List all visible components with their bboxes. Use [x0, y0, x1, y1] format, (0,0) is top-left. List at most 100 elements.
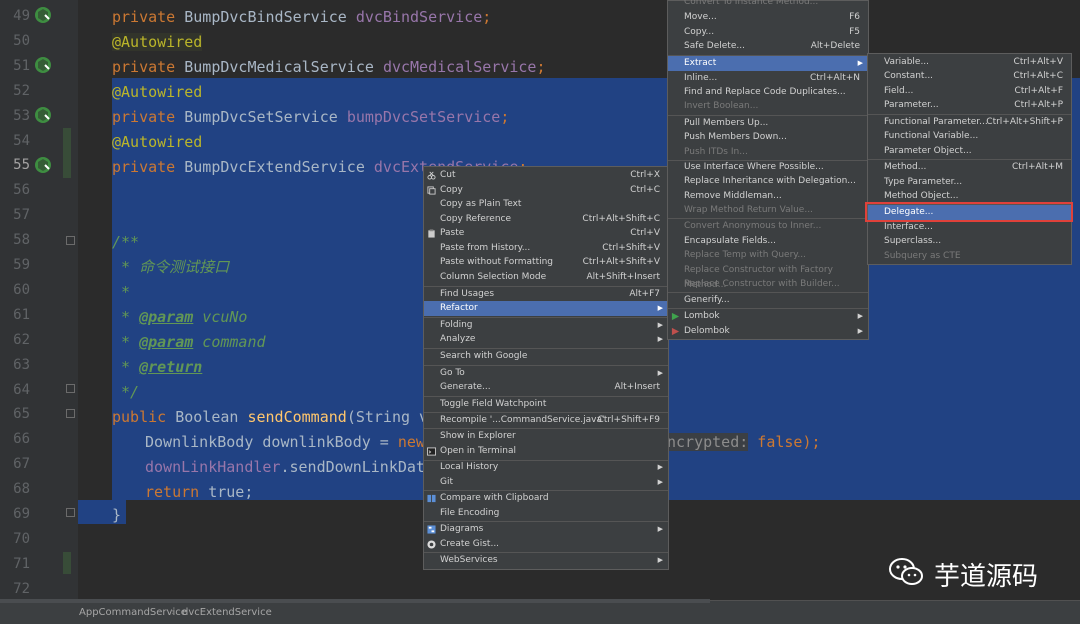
menu-item-label: Paste without Formatting: [440, 257, 554, 267]
menu-item-shortcut: Ctrl+X: [630, 170, 660, 180]
menu-item-label: Show in Explorer: [440, 431, 516, 441]
menu-item-parameter-object[interactable]: Parameter Object...: [868, 144, 1071, 159]
fold-marker[interactable]: [66, 508, 75, 517]
menu-item-replace-constructor-with-builder: Replace Constructor with Builder...: [668, 277, 868, 292]
menu-item-interface[interactable]: Interface...: [868, 220, 1071, 235]
breadcrumb-field[interactable]: dvcExtendService: [182, 607, 272, 618]
code-line-67: downLinkHandler.sendDownLinkData(d: [145, 458, 453, 476]
menu-item-open-in-terminal[interactable]: Open in Terminal: [424, 444, 668, 459]
menu-item-shortcut: F5: [849, 27, 860, 37]
menu-item-compare-with-clipboard[interactable]: Compare with Clipboard: [424, 491, 668, 506]
menu-item-shortcut: Ctrl+Alt+P: [1014, 100, 1063, 110]
menu-item-local-history[interactable]: Local History ▶: [424, 460, 668, 475]
menu-item-safe-delete[interactable]: Safe Delete... Alt+Delete: [668, 39, 868, 54]
menu-item-find-usages[interactable]: Find Usages Alt+F7: [424, 287, 668, 302]
menu-item-column-selection-mode[interactable]: Column Selection Mode Alt+Shift+Insert: [424, 270, 668, 285]
menu-item-label: Find and Replace Code Duplicates...: [684, 87, 846, 97]
menu-item-paste-from-history[interactable]: Paste from History... Ctrl+Shift+V: [424, 241, 668, 256]
menu-item-shortcut: F6: [849, 12, 860, 22]
menu-item-cut[interactable]: Cut Ctrl+X: [424, 168, 668, 183]
menu-item-label: Subquery as CTE: [884, 251, 961, 261]
menu-item-webservices[interactable]: WebServices ▶: [424, 553, 668, 568]
line-number: 68: [13, 481, 30, 498]
menu-item-label: Create Gist...: [440, 539, 500, 549]
submenu-arrow-icon: ▶: [657, 335, 663, 343]
menu-item-copy-as-plain-text[interactable]: Copy as Plain Text: [424, 197, 668, 212]
line-number: 59: [13, 257, 30, 273]
menu-item-encapsulate-fields[interactable]: Encapsulate Fields...: [668, 234, 868, 249]
menu-item-copy-reference[interactable]: Copy Reference Ctrl+Alt+Shift+C: [424, 212, 668, 227]
menu-item-replace-inheritance-with-delegation[interactable]: Replace Inheritance with Delegation...: [668, 174, 868, 189]
menu-item-shortcut: Alt+Insert: [614, 382, 660, 392]
menu-item-push-members-down[interactable]: Push Members Down...: [668, 130, 868, 145]
fold-marker[interactable]: [66, 409, 75, 418]
menu-item-paste[interactable]: Paste Ctrl+V: [424, 226, 668, 241]
menu-item-inline[interactable]: Inline... Ctrl+Alt+N: [668, 71, 868, 86]
menu-item-method[interactable]: Method... Ctrl+Alt+M: [868, 160, 1071, 175]
line-number: 70: [13, 530, 30, 547]
menu-item-analyze[interactable]: Analyze ▶: [424, 332, 668, 347]
menu-item-generate[interactable]: Generate... Alt+Insert: [424, 380, 668, 395]
diagram-icon: [427, 525, 436, 534]
horizontal-scrollbar[interactable]: [0, 599, 710, 603]
menu-item-label: Move...: [684, 12, 717, 22]
implementation-icon[interactable]: [34, 56, 52, 74]
menu-item-shortcut: Alt+Shift+Insert: [586, 272, 660, 282]
menu-item-create-gist[interactable]: Create Gist...: [424, 537, 668, 552]
line-number: 71: [13, 555, 30, 572]
menu-item-label: Replace Temp with Query...: [684, 250, 806, 260]
menu-item-toggle-field-watchpoint[interactable]: Toggle Field Watchpoint: [424, 397, 668, 412]
menu-item-remove-middleman[interactable]: Remove Middleman...: [668, 189, 868, 204]
menu-item-copy[interactable]: Copy... F5: [668, 25, 868, 40]
menu-item-label: Generate...: [440, 382, 491, 392]
menu-item-diagrams[interactable]: Diagrams ▶: [424, 522, 668, 537]
implementation-icon[interactable]: [34, 6, 52, 24]
menu-item-go-to[interactable]: Go To ▶: [424, 366, 668, 381]
menu-item-search-with-google[interactable]: Search with Google: [424, 349, 668, 364]
menu-item-lombok[interactable]: Lombok ▶: [668, 309, 868, 324]
line-number: 55: [13, 157, 30, 174]
menu-item-shortcut: Ctrl+Alt+C: [1013, 71, 1063, 81]
menu-item-recompile-commandservice-java[interactable]: Recompile '...CommandService.java' Ctrl+S…: [424, 413, 668, 428]
menu-item-variable[interactable]: Variable... Ctrl+Alt+V: [868, 55, 1071, 70]
menu-item-label: File Encoding: [440, 508, 500, 518]
menu-item-delombok[interactable]: Delombok ▶: [668, 324, 868, 339]
menu-item-extract[interactable]: Extract ▶: [668, 56, 868, 71]
menu-item-label: Functional Variable...: [884, 131, 979, 141]
implementation-icon[interactable]: [34, 156, 52, 174]
implementation-icon[interactable]: [34, 106, 52, 124]
submenu-arrow-icon: ▶: [657, 463, 663, 471]
menu-item-file-encoding[interactable]: File Encoding: [424, 506, 668, 521]
delegate-highlight-box: [865, 202, 1073, 222]
menu-item-label: Copy...: [684, 27, 715, 37]
line-number: 67: [13, 456, 30, 473]
menu-item-functional-variable[interactable]: Functional Variable...: [868, 129, 1071, 144]
menu-item-superclass[interactable]: Superclass...: [868, 234, 1071, 249]
menu-item-label: Parameter Object...: [884, 146, 972, 156]
menu-item-folding[interactable]: Folding ▶: [424, 318, 668, 333]
menu-item-field[interactable]: Field... Ctrl+Alt+F: [868, 84, 1071, 99]
menu-item-label: Refactor: [440, 303, 478, 313]
menu-item-subquery-as-cte: Subquery as CTE: [868, 249, 1071, 264]
menu-item-type-parameter[interactable]: Type Parameter...: [868, 175, 1071, 190]
menu-item-move[interactable]: Move... F6: [668, 10, 868, 25]
menu-item-pull-members-up[interactable]: Pull Members Up...: [668, 116, 868, 131]
menu-item-find-and-replace-code-duplicates[interactable]: Find and Replace Code Duplicates...: [668, 85, 868, 100]
menu-item-use-interface-where-possible[interactable]: Use Interface Where Possible...: [668, 160, 868, 175]
menu-item-label: Convert To Instance Method...: [684, 0, 819, 7]
menu-item-refactor[interactable]: Refactor ▶: [424, 301, 668, 316]
menu-item-copy[interactable]: Copy Ctrl+C: [424, 183, 668, 198]
menu-item-parameter[interactable]: Parameter... Ctrl+Alt+P: [868, 98, 1071, 113]
fold-marker[interactable]: [66, 236, 75, 245]
menu-item-paste-without-formatting[interactable]: Paste without Formatting Ctrl+Alt+Shift+V: [424, 255, 668, 270]
menu-item-label: Generify...: [684, 295, 730, 305]
menu-item-generify[interactable]: Generify...: [668, 293, 868, 308]
menu-item-label: Delombok: [684, 326, 730, 336]
menu-item-functional-parameter[interactable]: Functional Parameter... Ctrl+Alt+Shift+P: [868, 115, 1071, 130]
menu-item-git[interactable]: Git ▶: [424, 475, 668, 490]
menu-item-show-in-explorer[interactable]: Show in Explorer: [424, 429, 668, 444]
fold-marker[interactable]: [66, 384, 75, 393]
menu-item-label: Superclass...: [884, 236, 942, 246]
menu-item-constant[interactable]: Constant... Ctrl+Alt+C: [868, 69, 1071, 84]
code-line-49: private BumpDvcBindService dvcBindServic…: [112, 8, 492, 26]
